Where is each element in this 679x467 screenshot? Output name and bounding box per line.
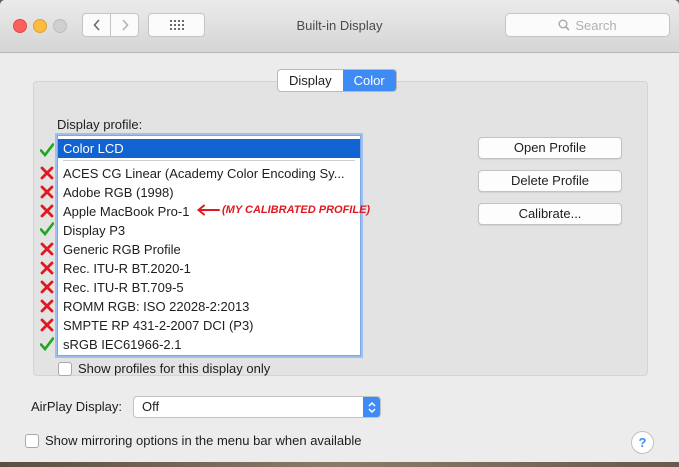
profile-row[interactable]: Generic RGB Profile xyxy=(58,240,360,259)
airplay-value: Off xyxy=(142,399,160,414)
desktop-background xyxy=(0,462,679,467)
show-profiles-checkbox[interactable]: Show profiles for this display only xyxy=(58,361,270,376)
checkbox-box[interactable] xyxy=(25,433,39,448)
tab-segmented-control: Display Color xyxy=(277,69,397,92)
preferences-window: Built-in Display Search Display Color Di… xyxy=(0,0,679,467)
profile-list[interactable]: Color LCD ACES CG Linear (Academy Color … xyxy=(57,135,361,356)
cross-icon xyxy=(40,204,54,218)
profile-row[interactable]: sRGB IEC61966-2.1 xyxy=(58,335,360,354)
search-field[interactable]: Search xyxy=(505,13,670,37)
check-icon xyxy=(40,337,54,351)
tab-display[interactable]: Display xyxy=(278,70,343,91)
profile-row[interactable]: Rec. ITU-R BT.2020-1 xyxy=(58,259,360,278)
title-bar: Built-in Display Search xyxy=(0,0,679,53)
profile-row-color-lcd[interactable]: Color LCD xyxy=(58,139,360,158)
open-profile-button[interactable]: Open Profile xyxy=(478,137,622,159)
list-separator xyxy=(63,160,355,161)
airplay-label: AirPlay Display: xyxy=(31,399,123,414)
mirroring-label: Show mirroring options in the menu bar w… xyxy=(45,433,362,448)
profile-row[interactable]: ACES CG Linear (Academy Color Encoding S… xyxy=(58,164,360,183)
cross-icon xyxy=(40,166,54,180)
profile-row[interactable]: SMPTE RP 431-2-2007 DCI (P3) xyxy=(58,316,360,335)
tab-color[interactable]: Color xyxy=(342,70,396,91)
calibrate-button[interactable]: Calibrate... xyxy=(478,203,622,225)
profile-row[interactable]: Adobe RGB (1998) xyxy=(58,183,360,202)
display-profile-label: Display profile: xyxy=(57,117,143,132)
arrow-left-icon xyxy=(196,204,220,216)
cross-icon xyxy=(40,261,54,275)
airplay-popup[interactable]: Off xyxy=(133,396,381,418)
profile-row[interactable]: ROMM RGB: ISO 22028-2:2013 xyxy=(58,297,360,316)
check-icon xyxy=(40,222,54,236)
show-profiles-label: Show profiles for this display only xyxy=(78,361,271,376)
mirroring-checkbox[interactable]: Show mirroring options in the menu bar w… xyxy=(25,433,362,448)
checkbox-box[interactable] xyxy=(58,361,72,376)
updown-chevron-icon xyxy=(363,397,380,417)
cross-icon xyxy=(40,318,54,332)
cross-icon xyxy=(40,242,54,256)
profile-row[interactable]: Rec. ITU-R BT.709-5 xyxy=(58,278,360,297)
search-icon xyxy=(558,19,570,31)
cross-icon xyxy=(40,185,54,199)
cross-icon xyxy=(40,280,54,294)
delete-profile-button[interactable]: Delete Profile xyxy=(478,170,622,192)
search-placeholder: Search xyxy=(575,17,617,33)
help-button[interactable]: ? xyxy=(631,431,654,454)
profile-row[interactable]: Display P3 xyxy=(58,221,360,240)
check-icon xyxy=(40,143,54,157)
calibrated-profile-annotation: (MY CALIBRATED PROFILE) xyxy=(222,204,371,216)
cross-icon xyxy=(40,299,54,313)
